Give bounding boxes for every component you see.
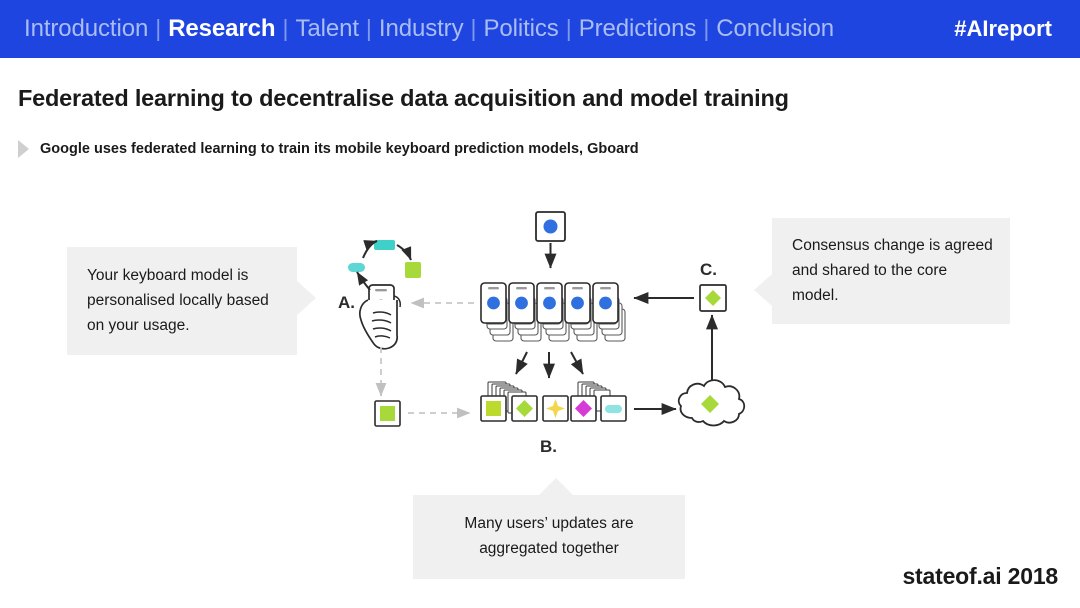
nav-item-predictions[interactable]: Predictions [579, 17, 697, 41]
nav-item-introduction[interactable]: Introduction [24, 17, 148, 41]
callout-left-personalisation: Your keyboard model is personalised loca… [67, 247, 316, 356]
diagram-label-a: A. [338, 293, 355, 312]
callout-tail-icon [297, 281, 316, 315]
callout-bottom-line2: aggregated together [479, 540, 619, 558]
arrows-devices-to-updates [515, 351, 584, 379]
personalisation-loop [348, 240, 421, 291]
diagram-label-c: C. [700, 260, 717, 279]
nav-separator: | [365, 15, 372, 41]
consensus-model-card [699, 284, 727, 312]
callout-right-consensus: Consensus change is agreed and shared to… [754, 218, 1010, 325]
nav-links: Introduction | Research | Talent | Indus… [24, 17, 954, 41]
nav-separator: | [470, 15, 477, 41]
top-navigation-bar: Introduction | Research | Talent | Indus… [0, 0, 1080, 58]
nav-item-politics[interactable]: Politics [483, 17, 558, 41]
core-model-card [535, 211, 566, 242]
nav-separator: | [565, 15, 572, 41]
nav-item-talent[interactable]: Talent [295, 17, 359, 41]
nav-separator: | [155, 15, 162, 41]
nav-item-industry[interactable]: Industry [379, 17, 464, 41]
callout-tail-icon [539, 478, 573, 495]
nav-separator: | [703, 15, 710, 41]
diagram-label-b: B. [540, 437, 557, 456]
footer-brand: stateof.ai 2018 [902, 563, 1058, 589]
triangle-right-icon [18, 140, 29, 158]
subtitle-text: Google uses federated learning to train … [40, 141, 639, 157]
callout-tail-icon [754, 274, 772, 306]
subtitle-row: Google uses federated learning to train … [18, 140, 639, 158]
nav-separator: | [282, 15, 289, 41]
nav-item-conclusion[interactable]: Conclusion [716, 17, 834, 41]
local-model-card [374, 400, 401, 427]
hashtag-label: #AIreport [954, 16, 1052, 41]
callout-bottom-aggregation: Many users’ updates are aggregated toget… [413, 478, 685, 580]
callout-bottom-line1: Many users’ updates are [464, 515, 634, 532]
page-title: Federated learning to decentralise data … [18, 85, 789, 111]
update-card-stacks [480, 381, 627, 422]
aggregation-cloud [677, 379, 746, 427]
callout-right-text: Consensus change is agreed and shared to… [792, 237, 993, 305]
nav-item-research[interactable]: Research [168, 17, 275, 41]
hand-holding-phone [358, 284, 401, 350]
phone-stack-row [480, 282, 626, 342]
callout-left-text: Your keyboard model is personalised loca… [87, 267, 269, 335]
